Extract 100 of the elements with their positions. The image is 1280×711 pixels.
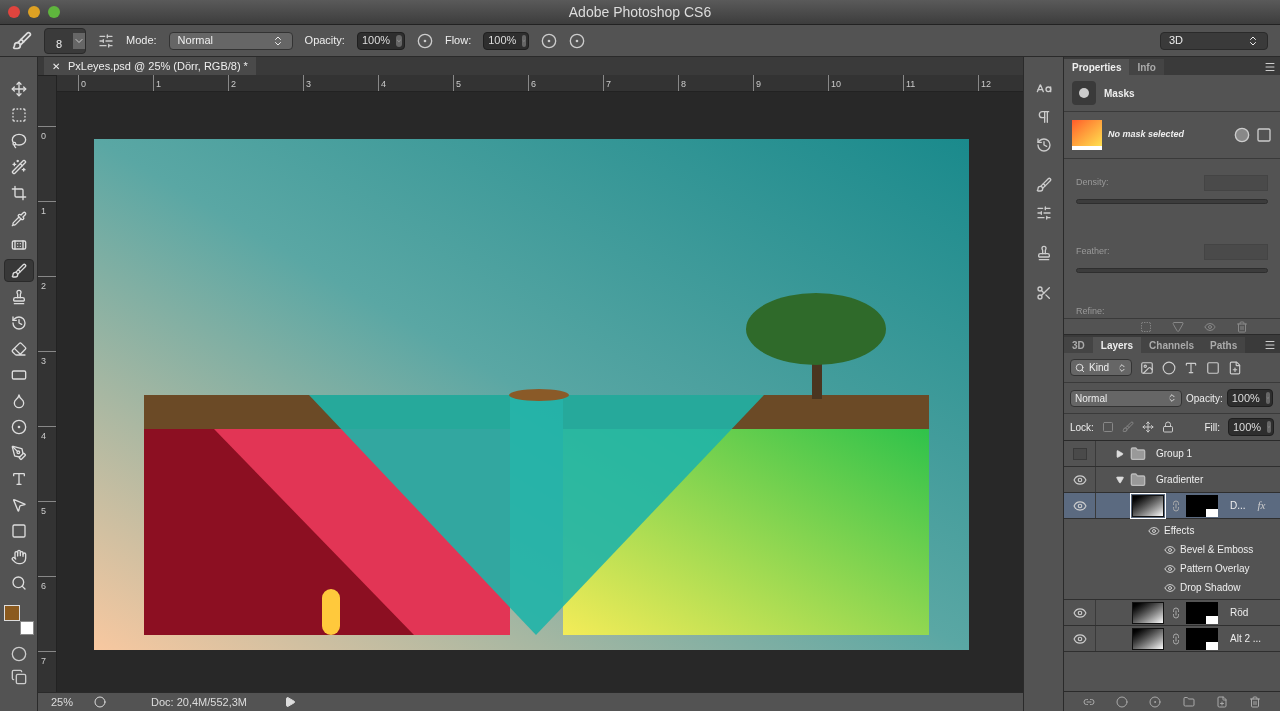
foreground-color-swatch[interactable]: [3, 605, 20, 621]
document-tab[interactable]: ✕ PxLeyes.psd @ 25% (Dörr, RGB/8) *: [44, 57, 256, 75]
adjustment-icon[interactable]: [1149, 695, 1162, 708]
layer-name: Gradienter: [1156, 473, 1204, 487]
caret-icon: [1167, 393, 1177, 403]
layer-row[interactable]: Röd: [1064, 600, 1280, 626]
mask-thumbnail: [1186, 494, 1218, 517]
lock-position-icon[interactable]: [1141, 421, 1154, 433]
visibility-eye-icon[interactable]: [1072, 472, 1087, 487]
panel-tab[interactable]: Info: [1129, 59, 1164, 75]
fill-field[interactable]: 100%: [1228, 418, 1274, 436]
minimize-button[interactable]: [28, 6, 40, 18]
ruler-label: 7: [41, 656, 46, 666]
type-filter-icon[interactable]: [1184, 360, 1198, 375]
pressure-opacity-icon[interactable]: [416, 32, 433, 49]
effect-name: Bevel & Emboss: [1180, 543, 1254, 557]
visibility-eye-icon[interactable]: [1164, 543, 1176, 556]
visibility-eye-icon[interactable]: [1164, 581, 1176, 594]
brush-tool-icon: [10, 262, 27, 279]
ruler-label: 2: [231, 79, 236, 89]
workspace-dropdown[interactable]: 3D: [1160, 31, 1268, 50]
smart-object-filter-icon[interactable]: [1228, 360, 1242, 375]
opacity-label: Opacity:: [1186, 391, 1223, 406]
layer-gradient-thumbnail: [1072, 120, 1102, 150]
history-icon[interactable]: [1035, 137, 1052, 153]
lasso-tool-icon: [10, 132, 27, 149]
panel-tab[interactable]: Paths: [1202, 337, 1246, 353]
pixel-filter-icon[interactable]: [1140, 360, 1154, 375]
pen-tool-icon: [10, 444, 27, 461]
visibility-eye-icon[interactable]: [1148, 524, 1160, 537]
visibility-eye-icon[interactable]: [1164, 562, 1176, 575]
brush-icon[interactable]: [12, 30, 32, 51]
eraser-tool-icon: [10, 340, 27, 357]
flow-label: Flow:: [444, 33, 472, 49]
background-color-swatch[interactable]: [19, 621, 34, 635]
filter-kind-dropdown[interactable]: Kind: [1070, 359, 1132, 376]
visibility-eye-icon[interactable]: [1072, 631, 1087, 646]
panel-tab[interactable]: Properties: [1064, 59, 1130, 75]
add-mask-icon[interactable]: [1116, 695, 1128, 708]
tools-icon[interactable]: [1035, 285, 1052, 301]
expanded-arrow-icon[interactable]: [1116, 475, 1124, 484]
new-layer-icon[interactable]: [1215, 695, 1228, 708]
collapsed-arrow-icon[interactable]: [1116, 449, 1124, 458]
mode-dropdown[interactable]: Normal: [168, 31, 293, 50]
link-icon: [1170, 499, 1182, 512]
folder-icon[interactable]: [1182, 695, 1195, 708]
panel-menu-icon[interactable]: [1264, 61, 1276, 73]
ruler-label: 3: [41, 356, 46, 366]
refine-label: Refine:: [1076, 304, 1106, 318]
section-title: Masks: [1104, 86, 1135, 101]
status-icon[interactable]: [94, 696, 106, 708]
stamp-icon[interactable]: [1035, 245, 1052, 261]
flow-field[interactable]: 100%: [483, 31, 530, 50]
visibility-eye-icon[interactable]: [1072, 498, 1087, 513]
marquee-tool-icon: [10, 106, 27, 123]
brush-preset-picker[interactable]: 8: [44, 27, 86, 54]
brush-icon[interactable]: [1035, 177, 1052, 193]
link-icon: [1170, 606, 1182, 619]
close-mark[interactable]: ✕: [52, 58, 60, 74]
opacity-field[interactable]: 100%: [1226, 389, 1273, 407]
airbrush-icon[interactable]: [541, 32, 558, 49]
panel-tab[interactable]: Channels: [1141, 337, 1203, 353]
opacity-field[interactable]: 100%: [356, 31, 405, 50]
density-slider[interactable]: [1076, 199, 1268, 204]
panel-tab[interactable]: Layers: [1092, 337, 1142, 353]
ruler-label: 1: [41, 206, 46, 216]
dodge-tool-icon: [10, 418, 27, 435]
ruler-label: 9: [756, 79, 761, 89]
layer-row[interactable]: Alt 2 ...: [1064, 626, 1280, 652]
caret-icon: [522, 34, 527, 47]
layer-row[interactable]: Group 1: [1064, 441, 1280, 467]
brush-tool[interactable]: [3, 259, 34, 282]
blend-mode-dropdown[interactable]: Normal: [1070, 389, 1182, 407]
layer-row[interactable]: Gradienter: [1064, 467, 1280, 493]
screen-mode-icon[interactable]: [10, 669, 27, 685]
lock-all-icon[interactable]: [1161, 421, 1174, 433]
delete-icon[interactable]: [1249, 695, 1262, 708]
brush-settings-icon[interactable]: [1035, 205, 1052, 221]
stamp-tool-icon: [10, 288, 27, 305]
ruler-label: 0: [41, 131, 46, 141]
folder-icon: [1130, 471, 1146, 488]
history-tool-icon: [10, 314, 27, 331]
zoom-button[interactable]: [48, 6, 60, 18]
pressure-size-icon[interactable]: [569, 32, 586, 49]
layer-row[interactable]: D... fx: [1064, 493, 1280, 519]
fill-label: Fill:: [1204, 420, 1220, 435]
quick-mask-icon[interactable]: [10, 646, 27, 662]
layer-name: Röd: [1230, 606, 1249, 620]
brush-panel-icon[interactable]: [98, 32, 114, 49]
panel-tab[interactable]: 3D: [1064, 337, 1093, 353]
document-size: Doc: 20,4M/552,3M: [150, 694, 248, 710]
panel-menu-icon[interactable]: [1264, 339, 1276, 351]
feather-slider[interactable]: [1076, 267, 1268, 273]
pixel-mask-icon[interactable]: [1234, 127, 1250, 143]
vector-mask-icon[interactable]: [1256, 127, 1272, 143]
type-tool-icon: [10, 470, 27, 487]
adjustment-filter-icon[interactable]: [1162, 360, 1176, 375]
shape-filter-icon[interactable]: [1206, 360, 1220, 375]
visibility-eye-icon[interactable]: [1072, 605, 1087, 620]
play-icon[interactable]: [284, 696, 296, 708]
